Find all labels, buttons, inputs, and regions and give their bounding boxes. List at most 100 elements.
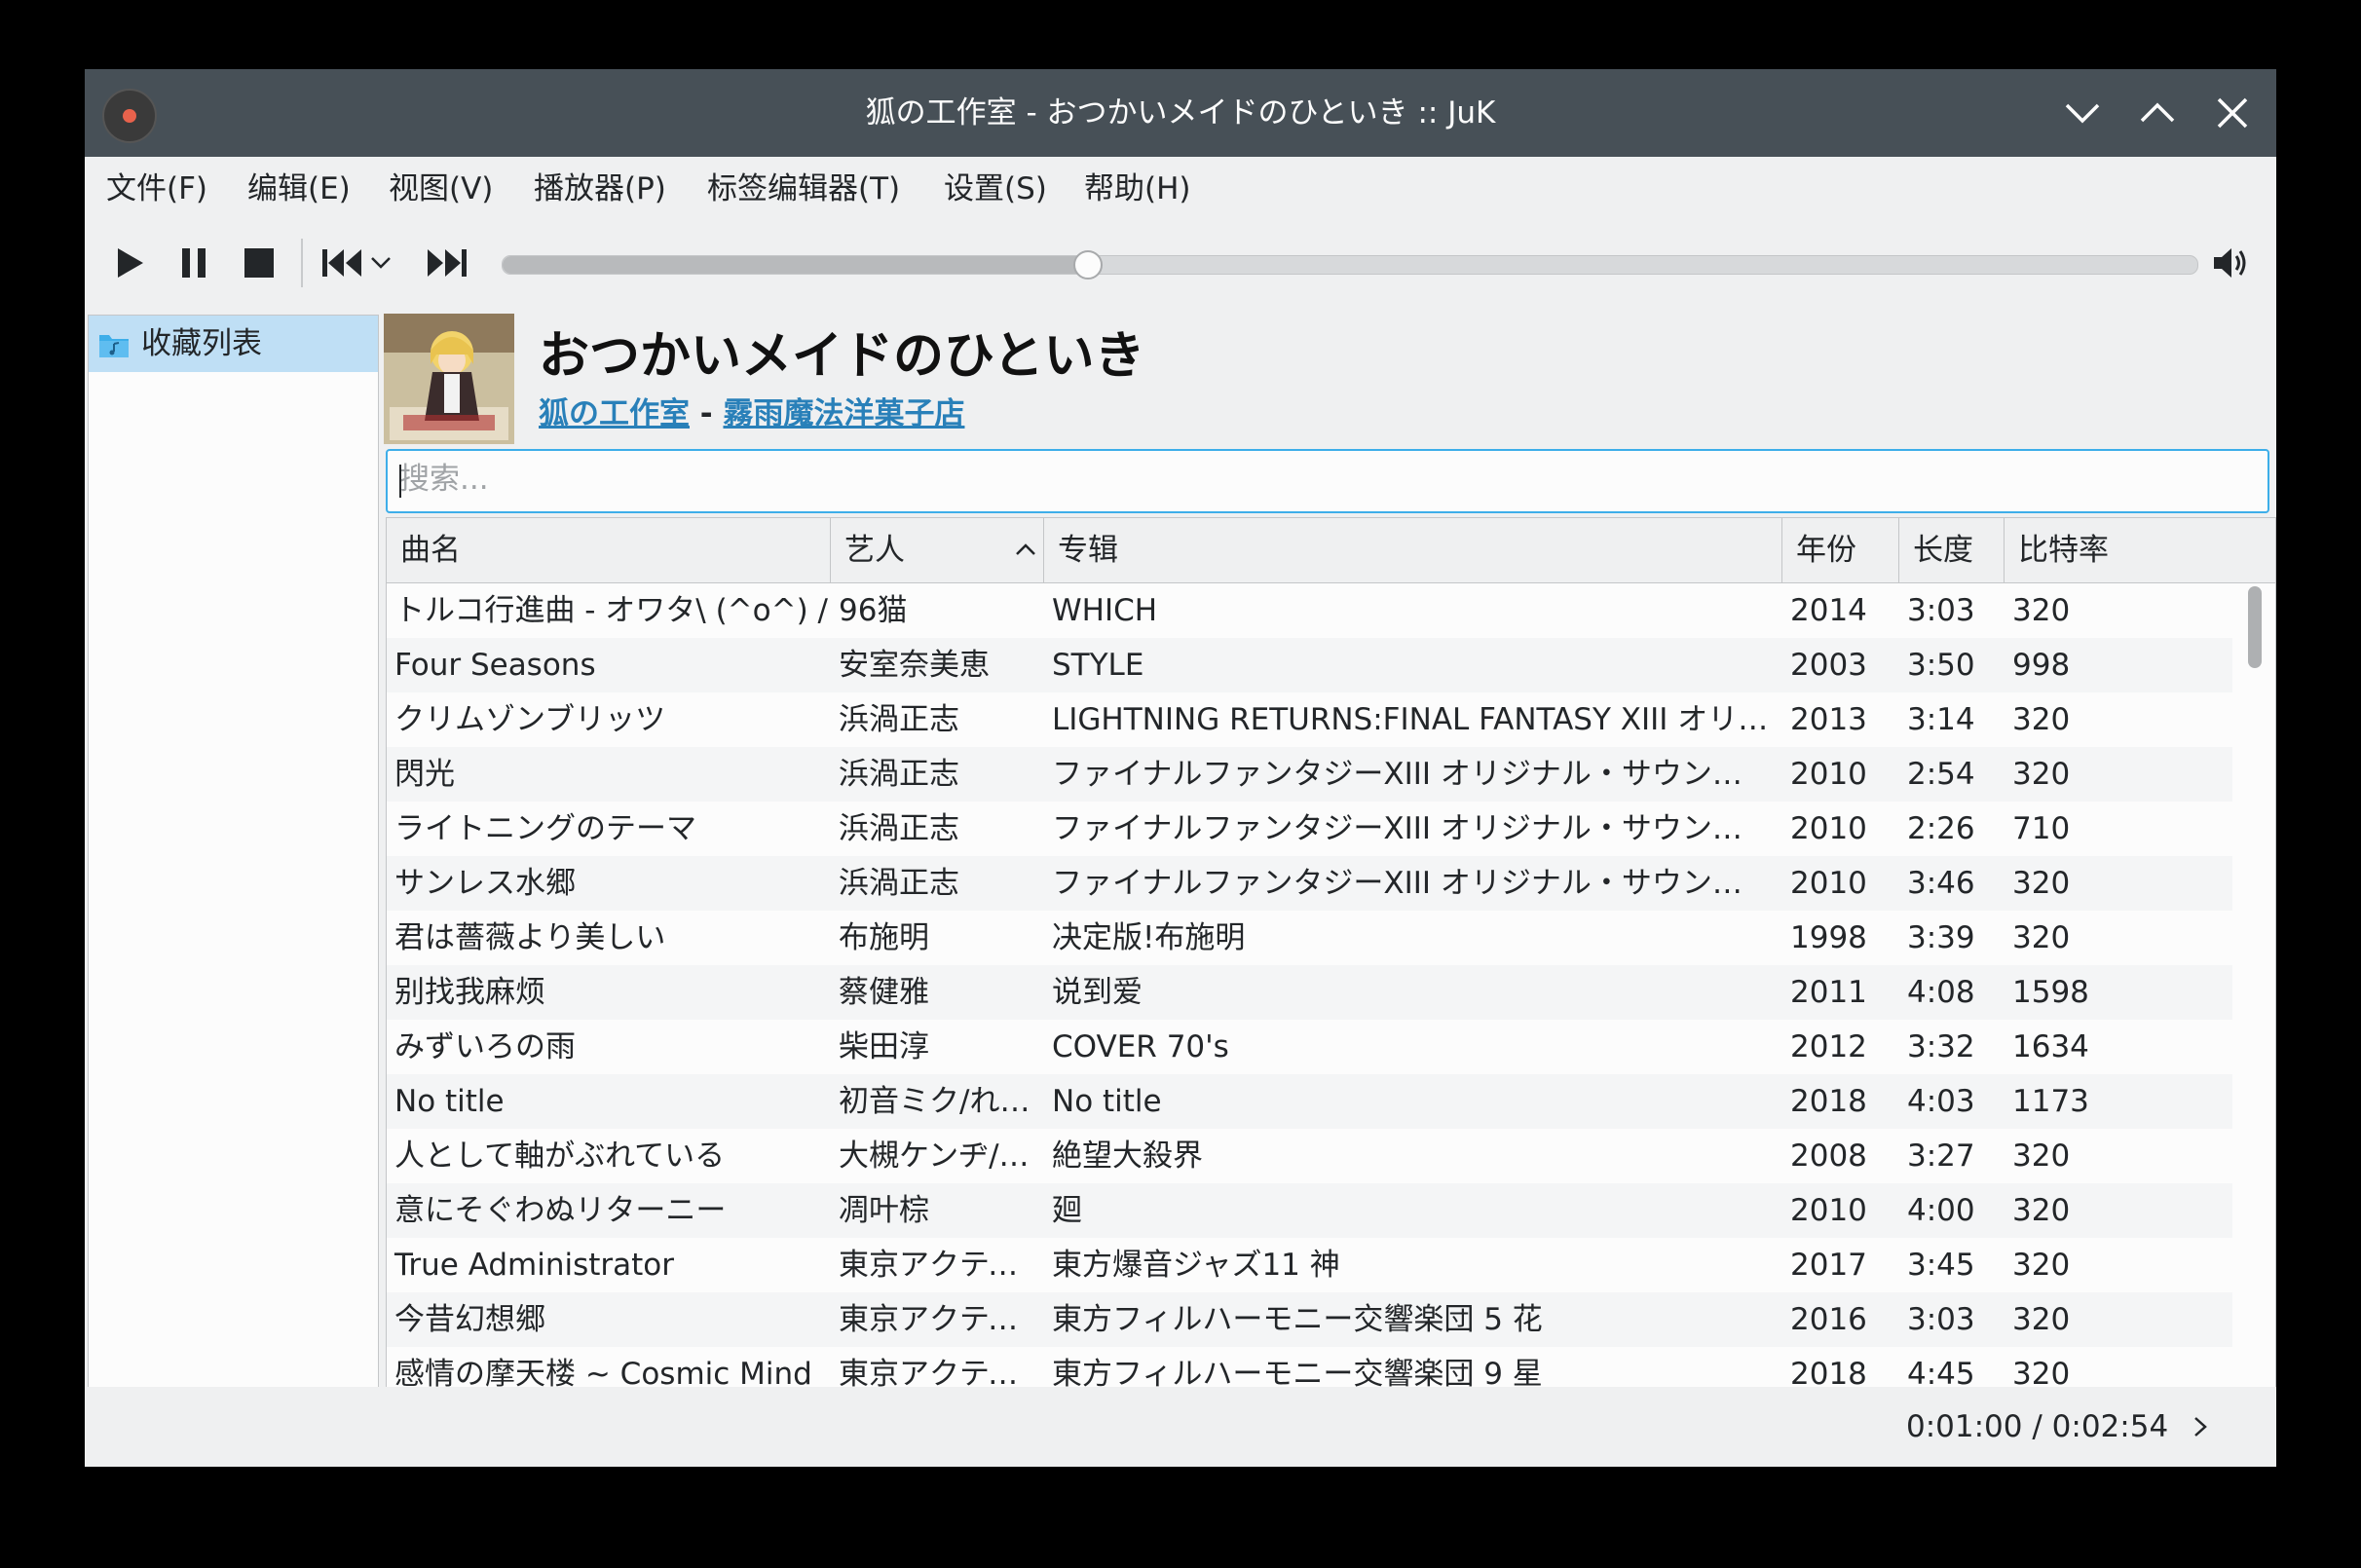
- stop-button[interactable]: [237, 241, 281, 285]
- table-row[interactable]: みずいろの雨 柴田淳 COVER 70's 2012 3:32 1634: [387, 1020, 2232, 1074]
- track-table[interactable]: 曲名 艺人 专辑 年份 长度 比特率 トルコ行進曲 - オワタ\ (^o^) /…: [386, 517, 2276, 1389]
- column-header-artist[interactable]: 艺人: [831, 518, 1044, 582]
- column-header-title[interactable]: 曲名: [387, 518, 831, 582]
- menu-view[interactable]: 视图(V): [389, 157, 493, 221]
- cell-year: 2008: [1790, 1139, 1867, 1174]
- cell-year: 2011: [1790, 975, 1867, 1010]
- table-row[interactable]: Four Seasons 安室奈美恵 STYLE 2003 3:50 998: [387, 638, 2232, 692]
- cell-year: 2010: [1790, 1193, 1867, 1228]
- cell-artist: 柴田淳: [839, 1029, 929, 1064]
- column-label: 比特率: [2018, 533, 2109, 568]
- sidebar-item-label: 收藏列表: [141, 326, 262, 361]
- cell-year: 2003: [1790, 648, 1867, 683]
- cell-title: 别找我麻烦: [394, 975, 545, 1010]
- table-row[interactable]: サンレス水郷 浜渦正志 ファイナルファンタジーXIII オリジナル・サウン… 2010…: [387, 856, 2232, 911]
- seek-handle[interactable]: [1072, 250, 1103, 280]
- table-row[interactable]: 閃光 浜渦正志 ファイナルファンタジーXIII オリジナル・サウン… 2010 2:54…: [387, 747, 2232, 802]
- table-row[interactable]: 君は薔薇より美しい 布施明 决定版!布施明 1998 3:39 320: [387, 911, 2232, 965]
- previous-button[interactable]: [319, 241, 364, 285]
- close-button[interactable]: [2210, 91, 2255, 135]
- cell-year: 2017: [1790, 1248, 1867, 1283]
- table-row[interactable]: ライトニングのテーマ 浜渦正志 ファイナルファンタジーXIII オリジナル・サウン……: [387, 802, 2232, 856]
- table-row[interactable]: No title初音ミク/れをる/Sh…No title20184:031173: [387, 1074, 2232, 1129]
- cell-bitrate: 320: [2012, 1248, 2071, 1283]
- cell-length: 3:32: [1907, 1029, 1975, 1064]
- cell-artist: 安室奈美恵: [839, 648, 990, 683]
- pause-button[interactable]: [171, 241, 216, 285]
- next-button[interactable]: [425, 241, 469, 285]
- cell-year: 2014: [1790, 593, 1867, 628]
- cell-title: 閃光: [394, 757, 455, 792]
- now-playing-artist-link[interactable]: 狐の工作室: [539, 396, 690, 431]
- table-row[interactable]: 今昔幻想郷 東京アクティブNEETs東方フィルハーモニー交響楽団 5 花 2016 3…: [387, 1292, 2232, 1347]
- minimize-button[interactable]: [2060, 91, 2105, 135]
- table-row[interactable]: 别找我麻烦 蔡健雅 说到爱 2011 4:08 1598: [387, 965, 2232, 1020]
- table-row[interactable]: 意にそぐわぬリターニー 凋叶棕 廻 2010 4:00 320: [387, 1183, 2232, 1238]
- column-label: 艺人: [844, 533, 905, 568]
- cell-album: 東方フィルハーモニー交響楽団 5 花: [1052, 1302, 1543, 1337]
- chevron-down-icon: [2065, 103, 2100, 124]
- cell-artist: 凋叶棕: [839, 1193, 929, 1228]
- cell-length: 3:39: [1907, 920, 1975, 955]
- now-playing-album-link[interactable]: 霧雨魔法洋菓子店: [723, 396, 964, 431]
- table-row[interactable]: True Administrator 東京アクティブNEETs東方爆音ジャズ11 …: [387, 1238, 2232, 1292]
- table-row[interactable]: 人として軸がぶれている 大槻ケンヂ/絶望少…絶望大殺界 2008 3:27 320: [387, 1129, 2232, 1183]
- cell-artist: 初音ミク/れをる/Sh…: [839, 1084, 1044, 1119]
- volume-button[interactable]: [2208, 241, 2253, 285]
- cell-year: 1998: [1790, 920, 1867, 955]
- table-row[interactable]: クリムゾンブリッツ 浜渦正志 LIGHTNING RETURNS:FINAL FAN…: [387, 692, 2232, 747]
- now-playing-title: おつかいメイドのひといき: [539, 327, 1145, 386]
- now-playing-separator: -: [699, 396, 713, 431]
- playback-time: 0:01:00 / 0:02:54: [1906, 1409, 2169, 1444]
- album-cover[interactable]: [384, 314, 514, 444]
- cell-title: 今昔幻想郷: [394, 1302, 545, 1337]
- cell-title: 意にそぐわぬリターニー: [394, 1193, 727, 1228]
- title-bar[interactable]: 狐の工作室 - おつかいメイドのひといき :: JuK: [85, 69, 2276, 157]
- cell-album: 東方爆音ジャズ11 神: [1052, 1248, 1340, 1283]
- now-playing-subtitle: 狐の工作室 - 霧雨魔法洋菓子店: [539, 392, 964, 435]
- column-label: 长度: [1913, 533, 1973, 568]
- menu-edit[interactable]: 编辑(E): [247, 157, 351, 221]
- previous-dropdown-button[interactable]: [368, 250, 394, 276]
- search-box[interactable]: [386, 449, 2269, 513]
- column-header-year[interactable]: 年份: [1782, 518, 1899, 582]
- cell-bitrate: 320: [2012, 702, 2071, 737]
- cell-album: ファイナルファンタジーXIII オリジナル・サウン…: [1052, 811, 1743, 846]
- menu-player[interactable]: 播放器(P): [534, 157, 666, 221]
- seek-slider[interactable]: [502, 250, 2198, 280]
- column-label: 年份: [1796, 533, 1856, 568]
- player-toolbar: [85, 221, 2276, 305]
- cell-artist: 浜渦正志: [839, 702, 959, 737]
- sidebar-item-collection[interactable]: 收藏列表: [89, 316, 378, 372]
- search-input[interactable]: [388, 451, 2250, 507]
- maximize-button[interactable]: [2135, 91, 2180, 135]
- cell-album: WHICH: [1052, 593, 1158, 628]
- cell-artist: 東京アクティブNEETs: [839, 1302, 1044, 1337]
- table-row[interactable]: トルコ行進曲 - オワタ\ (^o^) / 96猫 WHICH 2014 3:03 320: [387, 583, 2232, 638]
- cell-length: 2:26: [1907, 811, 1975, 846]
- column-header-length[interactable]: 长度: [1899, 518, 2005, 582]
- album-art-image: [384, 314, 514, 444]
- cell-artist: 浜渦正志: [839, 811, 959, 846]
- sort-ascending-icon: [1016, 543, 1035, 555]
- cell-title: 感情の摩天楼 ~ Cosmic Mind: [394, 1357, 812, 1389]
- menu-file[interactable]: 文件(F): [106, 157, 207, 221]
- table-scrollbar[interactable]: [2248, 586, 2262, 668]
- column-label: 专辑: [1058, 533, 1118, 568]
- column-header-bitrate[interactable]: 比特率: [2005, 518, 2117, 582]
- cell-bitrate: 320: [2012, 1357, 2071, 1389]
- menu-help[interactable]: 帮助(H): [1084, 157, 1191, 221]
- menu-settings[interactable]: 设置(S): [944, 157, 1047, 221]
- chevron-right-icon[interactable]: [2187, 1412, 2216, 1441]
- table-row[interactable]: 感情の摩天楼 ~ Cosmic Mind 東京アクティブNEETs東方フィルハーモ…: [387, 1347, 2232, 1389]
- play-icon: [118, 248, 143, 278]
- menu-tag-editor[interactable]: 标签编辑器(T): [707, 157, 900, 221]
- cell-length: 3:45: [1907, 1248, 1975, 1283]
- play-button[interactable]: [106, 241, 151, 285]
- cell-title: サンレス水郷: [394, 866, 576, 901]
- column-header-album[interactable]: 专辑: [1044, 518, 1782, 582]
- cell-artist: 大槻ケンヂ/絶望少…: [839, 1139, 1044, 1174]
- toolbar-separator: [301, 239, 303, 287]
- chevron-up-icon: [2140, 102, 2175, 123]
- cell-bitrate: 320: [2012, 920, 2071, 955]
